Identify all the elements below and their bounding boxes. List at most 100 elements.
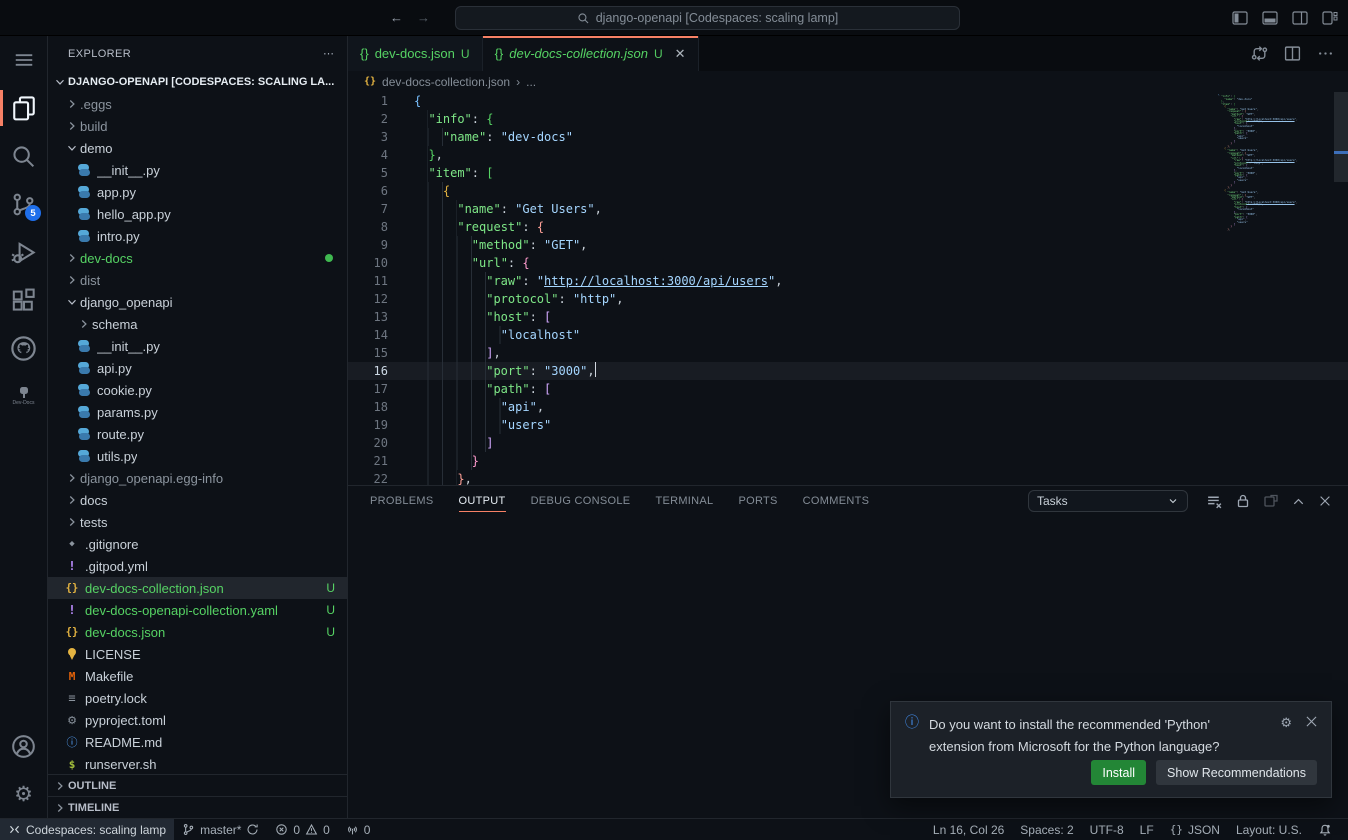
panel-tab-debug-console[interactable]: DEBUG CONSOLE — [531, 486, 631, 516]
status-git-branch[interactable]: master* — [174, 819, 267, 840]
tree-item[interactable]: __init__.py — [48, 335, 347, 357]
lock-icon[interactable] — [1235, 493, 1251, 509]
editor-line-18[interactable]: 18 "api", — [348, 398, 1348, 416]
source-control-activity-item[interactable]: 5 — [0, 180, 47, 228]
tree-item[interactable]: cookie.py — [48, 379, 347, 401]
navigate-back-icon[interactable]: ← — [390, 10, 403, 25]
minimap[interactable]: { "info": { "name": "dev-docs" }, "item"… — [1218, 94, 1310, 262]
explorer-actions-icon[interactable]: ⋯ — [323, 47, 335, 60]
tree-item[interactable]: ⚙pyproject.toml — [48, 709, 347, 731]
account-activity-item[interactable] — [0, 722, 47, 770]
close-panel-icon[interactable] — [1318, 494, 1332, 508]
editor-line-21[interactable]: 21 } — [348, 452, 1348, 470]
scrollbar-slider[interactable] — [1334, 92, 1348, 182]
tree-item[interactable]: .eggs — [48, 93, 347, 115]
navigate-forward-icon[interactable]: → — [417, 10, 430, 25]
tree-item[interactable]: $runserver.sh — [48, 753, 347, 774]
more-actions-icon[interactable] — [1317, 45, 1334, 62]
editor-tab-dev-docs-collection.json[interactable]: {}dev-docs-collection.jsonU✕ — [483, 36, 699, 71]
editor-line-9[interactable]: 9 "method": "GET", — [348, 236, 1348, 254]
run-debug-activity-item[interactable] — [0, 228, 47, 276]
editor-line-3[interactable]: 3 "name": "dev-docs" — [348, 128, 1348, 146]
panel-tab-output[interactable]: OUTPUT — [459, 486, 506, 516]
search-activity-item[interactable] — [0, 132, 47, 180]
tree-item[interactable]: api.py — [48, 357, 347, 379]
status-keyboard-layout[interactable]: Layout: U.S. — [1228, 819, 1310, 840]
panel-tab-ports[interactable]: PORTS — [738, 486, 777, 516]
editor-line-14[interactable]: 14 "localhost" — [348, 326, 1348, 344]
open-changes-icon[interactable] — [1251, 45, 1268, 62]
editor-line-19[interactable]: 19 "users" — [348, 416, 1348, 434]
tree-item[interactable]: MMakefile — [48, 665, 347, 687]
editor-line-2[interactable]: 2 "info": { — [348, 110, 1348, 128]
editor-line-11[interactable]: 11 "raw": "http://localhost:3000/api/use… — [348, 272, 1348, 290]
show-recommendations-button[interactable]: Show Recommendations — [1156, 760, 1317, 785]
editor-line-5[interactable]: 5 "item": [ — [348, 164, 1348, 182]
tree-item[interactable]: dist — [48, 269, 347, 291]
status-eol[interactable]: LF — [1132, 819, 1162, 840]
tree-item[interactable]: {}dev-docs-collection.jsonU — [48, 577, 347, 599]
github-activity-item[interactable] — [0, 324, 47, 372]
toggle-secondary-sidebar-icon[interactable] — [1292, 11, 1308, 25]
status-remote-indicator[interactable]: Codespaces: scaling lamp — [0, 819, 174, 840]
tree-item[interactable]: __init__.py — [48, 159, 347, 181]
notification-close-icon[interactable] — [1306, 716, 1317, 727]
clear-output-icon[interactable] — [1206, 493, 1223, 510]
sidebar-section-outline[interactable]: OUTLINE — [48, 774, 347, 796]
close-tab-icon[interactable]: ✕ — [675, 46, 686, 62]
tree-item[interactable]: tests — [48, 511, 347, 533]
panel-tab-comments[interactable]: COMMENTS — [803, 486, 870, 516]
editor-line-10[interactable]: 10 "url": { — [348, 254, 1348, 272]
editor-line-7[interactable]: 7 "name": "Get Users", — [348, 200, 1348, 218]
command-center-search[interactable]: django-openapi [Codespaces: scaling lamp… — [455, 6, 960, 30]
devdocs-activity-item[interactable]: Dev-Docs — [0, 372, 47, 420]
status-encoding[interactable]: UTF-8 — [1082, 819, 1132, 840]
tree-item[interactable]: LICENSE — [48, 643, 347, 665]
tree-item[interactable]: !.gitpod.yml — [48, 555, 347, 577]
tree-item[interactable]: ◆.gitignore — [48, 533, 347, 555]
editor-line-12[interactable]: 12 "protocol": "http", — [348, 290, 1348, 308]
install-button[interactable]: Install — [1091, 760, 1146, 785]
tree-item[interactable]: ≡poetry.lock — [48, 687, 347, 709]
editor-line-22[interactable]: 22 }, — [348, 470, 1348, 485]
toggle-primary-sidebar-icon[interactable] — [1232, 11, 1248, 25]
breadcrumb-file[interactable]: dev-docs-collection.json — [382, 75, 510, 89]
tree-item[interactable]: build — [48, 115, 347, 137]
tree-item[interactable]: schema — [48, 313, 347, 335]
panel-tab-terminal[interactable]: TERMINAL — [655, 486, 713, 516]
editor-line-15[interactable]: 15 ], — [348, 344, 1348, 362]
tree-item[interactable]: route.py — [48, 423, 347, 445]
editor-line-6[interactable]: 6 { — [348, 182, 1348, 200]
tree-item[interactable]: intro.py — [48, 225, 347, 247]
tree-root-item[interactable]: DJANGO-OPENAPI [CODESPACES: SCALING LA..… — [48, 71, 347, 93]
editor-line-20[interactable]: 20 ] — [348, 434, 1348, 452]
tree-item[interactable]: demo — [48, 137, 347, 159]
status-cursor-position[interactable]: Ln 16, Col 26 — [925, 819, 1012, 840]
tree-item[interactable]: django_openapi.egg-info — [48, 467, 347, 489]
code-editor[interactable]: 1{2 "info": {3 "name": "dev-docs"4 },5 "… — [348, 92, 1348, 485]
editor-line-17[interactable]: 17 "path": [ — [348, 380, 1348, 398]
notification-settings-icon[interactable]: ⚙ — [1280, 716, 1292, 731]
tree-item[interactable]: !dev-docs-openapi-collection.yamlU — [48, 599, 347, 621]
status-notifications-bell[interactable] — [1310, 819, 1340, 840]
tree-item[interactable]: dev-docs — [48, 247, 347, 269]
panel-tab-problems[interactable]: PROBLEMS — [370, 486, 434, 516]
extensions-activity-item[interactable] — [0, 276, 47, 324]
status-ports-forwarded[interactable]: 0 — [338, 819, 379, 840]
open-in-editor-icon[interactable] — [1263, 493, 1279, 509]
tree-item[interactable]: docs — [48, 489, 347, 511]
tree-item[interactable]: ⓘREADME.md — [48, 731, 347, 753]
status-problems[interactable]: 00 — [267, 819, 337, 840]
editor-line-13[interactable]: 13 "host": [ — [348, 308, 1348, 326]
breadcrumb[interactable]: {} dev-docs-collection.json › ... — [348, 71, 1348, 92]
toggle-panel-icon[interactable] — [1262, 11, 1278, 25]
output-channel-select[interactable]: Tasks — [1028, 490, 1188, 512]
split-editor-icon[interactable] — [1284, 45, 1301, 62]
editor-line-8[interactable]: 8 "request": { — [348, 218, 1348, 236]
tree-item[interactable]: params.py — [48, 401, 347, 423]
status-language-mode[interactable]: {}JSON — [1162, 819, 1228, 840]
breadcrumb-more[interactable]: ... — [526, 75, 536, 89]
explorer-activity-item[interactable] — [0, 84, 47, 132]
customize-layout-icon[interactable] — [1322, 11, 1338, 25]
editor-line-4[interactable]: 4 }, — [348, 146, 1348, 164]
